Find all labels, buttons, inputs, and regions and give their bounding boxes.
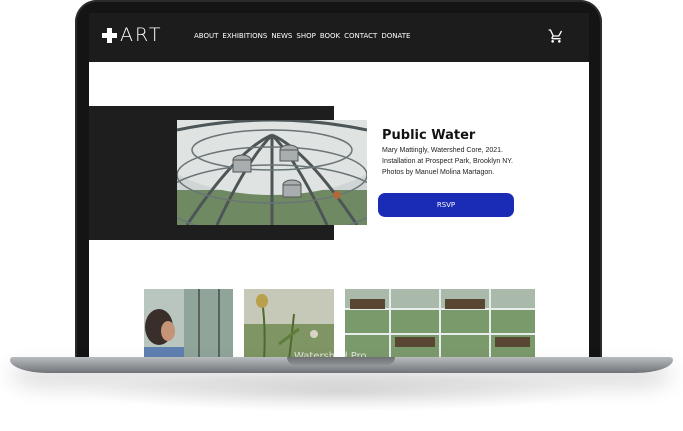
nav-item-book[interactable]: BOOK bbox=[320, 32, 340, 40]
browser-screen: ART ABOUT EXHIBITIONS NEWS SHOP BOOK CON… bbox=[89, 13, 589, 360]
nav-item-contact[interactable]: CONTACT bbox=[344, 32, 377, 40]
hero-image[interactable] bbox=[177, 120, 367, 225]
nav-item-donate[interactable]: DONATE bbox=[381, 32, 410, 40]
gallery-image-planters[interactable] bbox=[345, 289, 535, 360]
exhibition-title: Public Water bbox=[382, 128, 476, 143]
person-photo bbox=[144, 289, 233, 360]
rsvp-button[interactable]: RSVP bbox=[378, 193, 514, 217]
nav-item-exhibitions[interactable]: EXHIBITIONS bbox=[222, 32, 267, 40]
cart-icon[interactable] bbox=[548, 28, 564, 44]
nav-item-news[interactable]: NEWS bbox=[271, 32, 292, 40]
planters-photo bbox=[345, 289, 535, 360]
greenhouse-dome-image bbox=[177, 120, 367, 225]
gallery-image-plant[interactable] bbox=[244, 289, 334, 360]
nav-item-about[interactable]: ABOUT bbox=[194, 32, 218, 40]
nav-item-shop[interactable]: SHOP bbox=[296, 32, 315, 40]
caption-line: Installation at Prospect Park, Brooklyn … bbox=[382, 158, 513, 165]
plus-logo-icon bbox=[102, 27, 117, 43]
caption-line: Photos by Manuel Molina Martagon. bbox=[382, 169, 495, 176]
caption-line: Mary Mattingly, Watershed Core, 2021. bbox=[382, 147, 503, 154]
laptop-notch bbox=[287, 357, 395, 365]
logo-text: ART bbox=[120, 24, 163, 46]
top-navbar: ART ABOUT EXHIBITIONS NEWS SHOP BOOK CON… bbox=[89, 13, 589, 62]
main-menu: ABOUT EXHIBITIONS NEWS SHOP BOOK CONTACT… bbox=[194, 32, 410, 40]
plant-photo bbox=[244, 289, 334, 360]
laptop-shadow bbox=[80, 372, 600, 412]
exhibition-caption: Mary Mattingly, Watershed Core, 2021. In… bbox=[382, 145, 572, 178]
gallery-image-person[interactable] bbox=[144, 289, 233, 360]
site-logo[interactable]: ART bbox=[102, 24, 162, 46]
